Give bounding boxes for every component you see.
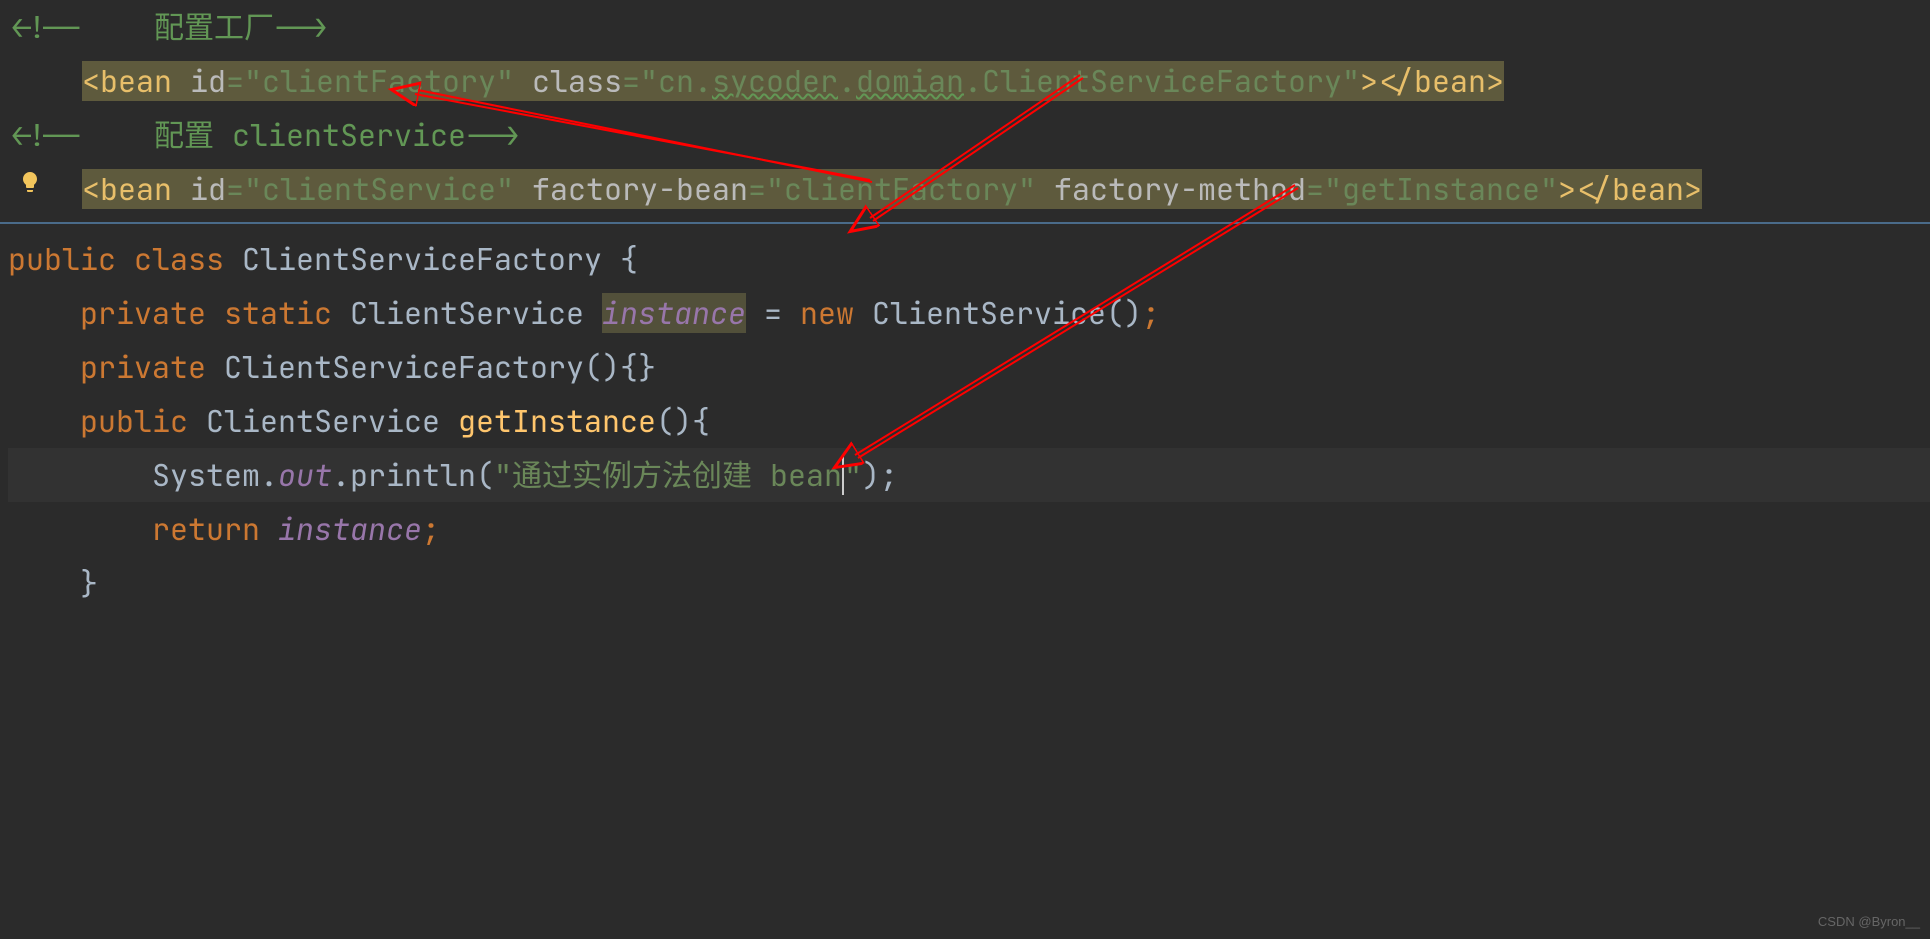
getinstance-method: getInstance (458, 401, 656, 441)
bean-tag-open: <bean (82, 61, 190, 101)
class-attr: class (514, 61, 622, 101)
class-val-4: ClientServiceFactory" (982, 61, 1360, 101)
bean-tag-close: ></bean> (1360, 61, 1504, 101)
code-editor[interactable]: <!-- 配置工厂--> <bean id="clientFactory" cl… (0, 0, 1930, 610)
class-val-3: domian (856, 61, 964, 101)
bean-tag-close: ></bean> (1558, 169, 1702, 209)
class-val-2: sycoder (712, 61, 838, 101)
constructor: private ClientServiceFactory(){} (8, 340, 1930, 394)
method-declaration: public ClientService getInstance(){ (8, 394, 1930, 448)
watermark: CSDN @Byron__ (1818, 910, 1920, 933)
comment-close: --> (274, 7, 328, 47)
lightbulb-icon[interactable] (18, 170, 42, 194)
field-declaration: private static ClientService instance = … (8, 286, 1930, 340)
id-attr: id (190, 169, 226, 209)
id-attr: id (190, 61, 226, 101)
comment-text: 配置工厂 (82, 7, 274, 47)
xml-code-block: <!-- 配置工厂--> <bean id="clientFactory" cl… (0, 0, 1930, 224)
factory-bean-value: "clientFactory" (766, 169, 1036, 209)
xml-bean-line-1: <bean id="clientFactory" class="cn.sycod… (10, 54, 1930, 108)
comment-text: 配置 clientService (82, 115, 466, 155)
xml-bean-line-2: <bean id="clientService" factory-bean="c… (10, 162, 1930, 216)
return-stmt: return instance; (8, 502, 1930, 556)
comment-open: <!-- (10, 115, 82, 155)
close-brace: } (8, 556, 1930, 610)
java-code-block: public class ClientServiceFactory { priv… (0, 224, 1930, 610)
comment-open: <!-- (10, 7, 82, 47)
class-declaration: public class ClientServiceFactory { (8, 232, 1930, 286)
xml-comment-line-2: <!-- 配置 clientService--> (10, 108, 1930, 162)
bean-tag-open: <bean (82, 169, 190, 209)
factory-bean-attr: factory-bean (514, 169, 748, 209)
factory-method-value: "getInstance" (1324, 169, 1558, 209)
instance-field: instance (602, 293, 746, 333)
xml-comment-line: <!-- 配置工厂--> (10, 0, 1930, 54)
comment-close: --> (466, 115, 520, 155)
id-value: "clientFactory" (244, 61, 514, 101)
id-value: "clientService" (244, 169, 514, 209)
factory-method-attr: factory-method (1036, 169, 1306, 209)
println-stmt: System.out.println("通过实例方法创建 bean"); (8, 448, 1930, 502)
class-val-1: "cn (640, 61, 694, 101)
